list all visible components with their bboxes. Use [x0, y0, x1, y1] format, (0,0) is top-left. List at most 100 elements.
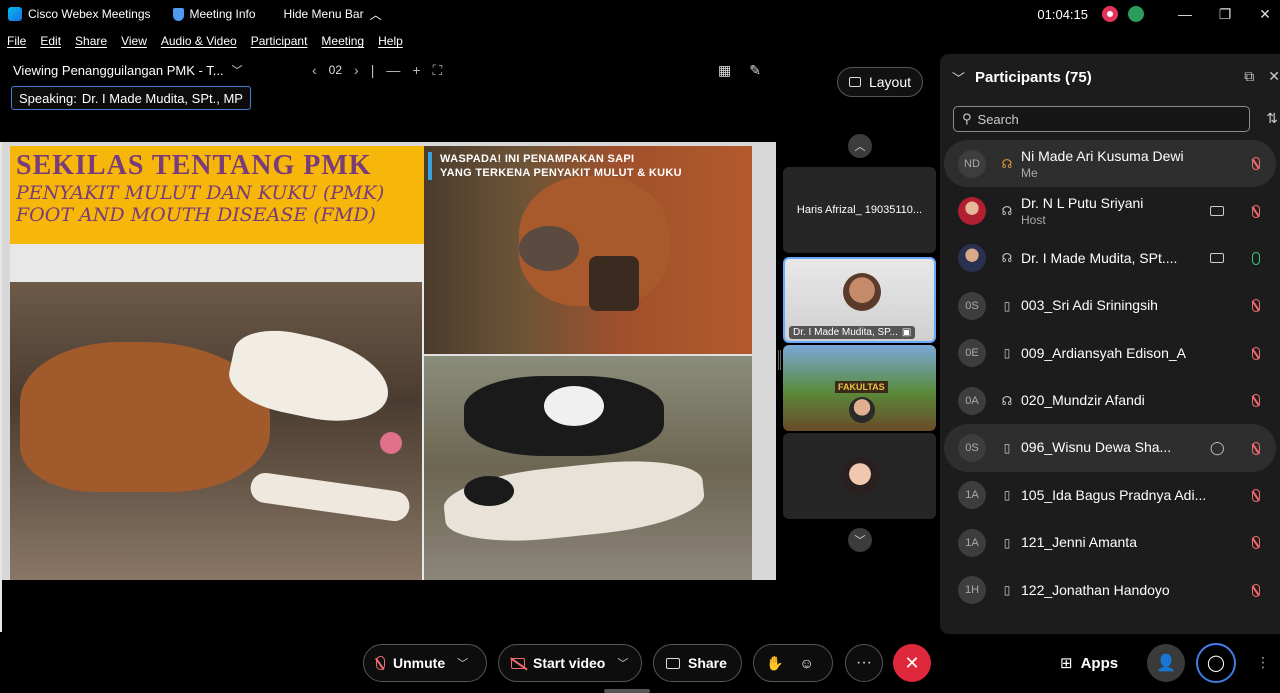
speaking-indicator: Speaking: Dr. I Made Mudita, SPt., MP	[11, 86, 251, 110]
close-panel-icon[interactable]: ✕	[1268, 68, 1280, 85]
participant-name: 003_Sri Adi Sriningsih	[1021, 297, 1158, 314]
mic-muted-icon[interactable]	[1252, 394, 1260, 408]
pop-out-icon[interactable]: ⧉	[1244, 68, 1254, 85]
participant-name: 020_Mundzir Afandi	[1021, 391, 1145, 408]
grid-view-icon[interactable]: ▦	[718, 62, 731, 79]
annotate-icon[interactable]: ✎	[749, 62, 761, 79]
shared-content[interactable]: SEKILAS TENTANG PMK PENYAKIT MULUT DAN K…	[2, 142, 776, 580]
caption-line-1: WASPADA! INI PENAMPAKAN SAPI	[440, 153, 635, 165]
chevron-down-icon[interactable]: ﹀	[457, 655, 468, 671]
drag-handle[interactable]	[604, 689, 650, 693]
mic-muted-icon[interactable]	[1252, 441, 1260, 455]
participants-button[interactable]: 👤	[1147, 644, 1185, 682]
video-camera-icon	[1210, 206, 1224, 217]
viewing-dropdown[interactable]: Viewing Penangguilangan PMK - T... ﹀	[13, 62, 243, 78]
mic-muted-icon[interactable]	[1252, 299, 1260, 313]
cow-snout	[519, 226, 579, 271]
participants-header[interactable]: ﹀ Participants (75)	[952, 68, 1092, 87]
page-number[interactable]: 02	[329, 63, 342, 77]
participant-name: 009_Ardiansyah Edison_A	[1021, 344, 1187, 361]
menu-edit[interactable]: Edit	[40, 34, 61, 48]
menu-help[interactable]: Help	[378, 34, 403, 48]
mic-active-icon[interactable]	[1252, 251, 1260, 265]
participant-row[interactable]: ☊ Dr. N L Putu Sriyani Host	[944, 187, 1276, 234]
chevron-up-icon: ︿	[369, 7, 382, 22]
menu-bar: File Edit Share View Audio & Video Parti…	[0, 30, 403, 52]
zoom-in-icon[interactable]: +	[412, 62, 420, 78]
recording-icon[interactable]	[1102, 6, 1118, 22]
video-thumbnail[interactable]	[783, 433, 936, 519]
screen-share-icon: ▣	[901, 327, 912, 338]
mic-muted-icon[interactable]	[1252, 536, 1260, 550]
cow-photo-1	[10, 282, 422, 580]
menu-meeting[interactable]: Meeting	[321, 34, 364, 48]
menu-view[interactable]: View	[121, 34, 147, 48]
video-thumbnail-active[interactable]: Dr. I Made Mudita, SP... ▣	[783, 257, 936, 343]
participant-row[interactable]: ☊ Dr. I Made Mudita, SPt....	[944, 235, 1276, 282]
hide-menu-label: Hide Menu Bar	[283, 7, 364, 21]
mic-muted-icon[interactable]	[1252, 583, 1260, 597]
menu-file[interactable]: File	[7, 34, 26, 48]
participant-row[interactable]: 0E ▯ 009_Ardiansyah Edison_A	[944, 330, 1276, 377]
hide-menu-bar-button[interactable]: Hide Menu Bar ︿	[284, 6, 382, 23]
participant-row[interactable]: 0A ☊ 020_Mundzir Afandi	[944, 377, 1276, 424]
participant-row[interactable]: 1H ▯ 122_Jonathan Handoyo	[944, 567, 1276, 614]
participant-face	[843, 273, 881, 311]
menu-participant[interactable]: Participant	[251, 34, 308, 48]
network-stats-icon[interactable]	[1128, 6, 1144, 22]
video-thumbnail[interactable]: FAKULTAS	[783, 345, 936, 431]
overflow-icon[interactable]: ⋮	[1256, 654, 1270, 671]
start-video-button[interactable]: Start video ﹀	[498, 644, 642, 682]
fit-screen-icon[interactable]: ⛶	[433, 62, 443, 79]
menu-share[interactable]: Share	[75, 34, 107, 48]
apps-button[interactable]: ⊞ Apps	[1060, 654, 1118, 673]
meeting-info-label: Meeting Info	[189, 7, 256, 21]
scroll-down-button[interactable]: ﹀	[848, 528, 872, 552]
prev-page-icon[interactable]: ‹	[312, 62, 317, 78]
next-page-icon[interactable]: ›	[354, 62, 359, 78]
scroll-up-button[interactable]: ︿	[848, 134, 872, 158]
participant-name: Dr. N L Putu Sriyani	[1021, 195, 1144, 212]
meeting-controls: Unmute ﹀ Start video ﹀ Share ✋ ☺ ··· ✕ ⊞…	[0, 640, 1280, 693]
participant-search[interactable]: ⚲	[953, 106, 1250, 132]
participant-row[interactable]: 0S ▯ 003_Sri Adi Sriningsih	[944, 282, 1276, 329]
building-sign: FAKULTAS	[835, 381, 888, 393]
chevron-up-icon: ︿	[854, 141, 866, 153]
sort-icon[interactable]: ⇅	[1266, 110, 1278, 127]
end-meeting-button[interactable]: ✕	[893, 644, 931, 682]
chat-icon[interactable]: ◯	[1210, 440, 1225, 456]
phone-icon: ▯	[1003, 441, 1011, 456]
menu-audio-video[interactable]: Audio & Video	[161, 34, 237, 48]
mic-muted-icon[interactable]	[1252, 157, 1260, 171]
participant-row[interactable]: ND ☊ Ni Made Ari Kusuma Dewi Me	[944, 140, 1276, 188]
slide-left-panel: SEKILAS TENTANG PMK PENYAKIT MULUT DAN K…	[10, 146, 424, 580]
close-window-button[interactable]: ✕	[1250, 6, 1280, 23]
participant-row[interactable]: 0S ▯ 096_Wisnu Dewa Sha... ◯	[944, 424, 1276, 472]
meeting-info-button[interactable]: Meeting Info	[172, 7, 256, 21]
more-options-button[interactable]: ···	[845, 644, 883, 682]
zoom-out-icon[interactable]: —	[386, 62, 400, 78]
minimize-button[interactable]: —	[1170, 6, 1200, 22]
panel-actions: ⧉ ✕	[1244, 68, 1280, 85]
mic-muted-icon[interactable]	[1252, 204, 1260, 218]
reactions-icon[interactable]: ☺	[799, 655, 813, 671]
restore-button[interactable]: ❐	[1210, 6, 1240, 23]
video-thumbnail[interactable]: Haris Afrizal_ 19035110...	[783, 167, 936, 253]
webex-logo-icon	[8, 7, 22, 21]
mic-muted-icon[interactable]	[1252, 488, 1260, 502]
share-button[interactable]: Share	[653, 644, 742, 682]
headset-icon: ☊	[1001, 393, 1013, 408]
chat-button[interactable]: ◯	[1196, 643, 1236, 683]
raise-hand-icon[interactable]: ✋	[766, 655, 783, 672]
speaking-label: Speaking:	[19, 90, 77, 106]
mic-muted-icon[interactable]	[1252, 346, 1260, 360]
search-input[interactable]	[977, 111, 1218, 127]
participants-title: Participants (75)	[975, 69, 1092, 86]
unmute-button[interactable]: Unmute ﹀	[363, 644, 487, 682]
participant-row[interactable]: 1A ▯ 121_Jenni Amanta	[944, 519, 1276, 566]
chevron-down-icon[interactable]: ﹀	[617, 655, 628, 671]
splitter-handle[interactable]	[778, 350, 781, 370]
participant-row[interactable]: 1A ▯ 105_Ida Bagus Pradnya Adi...	[944, 472, 1276, 519]
phone-icon: ▯	[1003, 488, 1011, 503]
layout-button[interactable]: Layout	[837, 67, 923, 97]
